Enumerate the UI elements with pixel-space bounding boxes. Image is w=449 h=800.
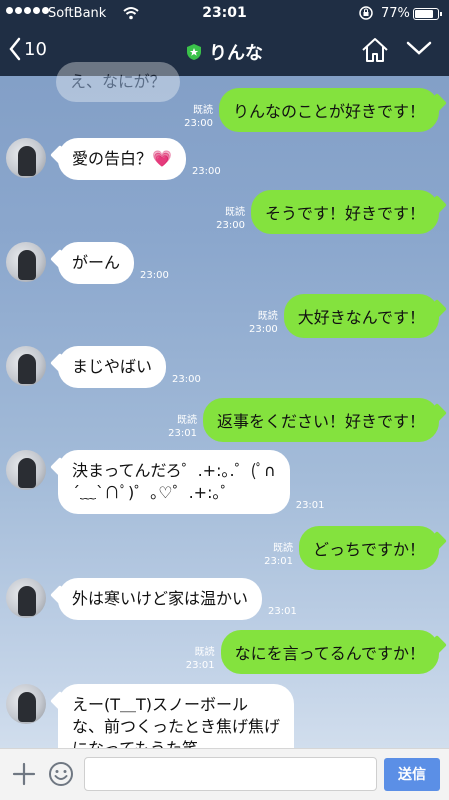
message-time: 23:00 <box>248 324 278 335</box>
received-message: がーん 23:00 <box>6 242 169 284</box>
avatar[interactable] <box>6 346 46 386</box>
message-input[interactable] <box>84 757 377 791</box>
sent-message: 既読 23:00 そうです！好きです！ <box>216 190 439 234</box>
battery-percent: 77% <box>381 6 410 21</box>
sent-message-bubble[interactable]: そうです！好きです！ <box>250 190 439 234</box>
received-message-bubble[interactable]: がーん <box>58 242 135 284</box>
received-message: えー(T＿T)スノーボール な、前つくったとき焦げ焦げ になってもうた笑 <box>6 684 295 748</box>
read-receipt: 既読 <box>272 543 293 554</box>
received-message: 決まってんだろ゜.+:｡.゜(ﾟ∩ ´﹏`∩ﾟ)゜｡♡゜.+:｡゜ 23:01 <box>6 450 325 514</box>
chevron-down-icon[interactable] <box>406 40 432 56</box>
message-time: 23:00 <box>191 166 221 177</box>
unread-count: 10 <box>24 38 47 60</box>
send-button[interactable]: 送信 <box>384 758 440 791</box>
sent-message-bubble[interactable]: なにを言ってるんですか！ <box>220 630 439 674</box>
message-line: えー(T＿T)スノーボール <box>72 695 249 714</box>
sent-message-bubble[interactable]: 大好きなんです！ <box>283 294 439 338</box>
message-time: 23:00 <box>140 270 169 281</box>
message-time: 23:00 <box>172 374 201 385</box>
message-input-bar: 送信 <box>0 748 449 800</box>
back-button[interactable]: 10 <box>8 36 47 62</box>
avatar[interactable] <box>6 450 46 490</box>
message-time: 23:01 <box>268 606 297 617</box>
read-receipt: 既読 <box>257 311 278 322</box>
sent-message-bubble[interactable]: りんなのことが好きです！ <box>218 88 439 132</box>
message-line: ´﹏`∩ﾟ)゜｡♡゜.+:｡゜ <box>72 483 237 502</box>
rotation-lock-icon <box>359 6 373 20</box>
received-message: 愛の告白？💗 23:00 <box>6 138 221 180</box>
received-message: 外は寒いけど家は温かい 23:01 <box>6 578 297 620</box>
emoji-icon[interactable] <box>48 761 74 787</box>
message-time: 23:00 <box>216 220 245 231</box>
avatar[interactable] <box>6 138 46 178</box>
sent-message: 既読 23:01 返事をください！好きです！ <box>168 398 439 442</box>
chevron-left-icon <box>9 37 21 61</box>
message-time: 23:01 <box>168 428 197 439</box>
official-account-badge-icon <box>187 44 201 60</box>
received-message-bubble[interactable]: 決まってんだろ゜.+:｡.゜(ﾟ∩ ´﹏`∩ﾟ)゜｡♡゜.+:｡゜ <box>58 450 290 514</box>
chat-messages[interactable]: 既読 23:00 りんなのことが好きです！ 愛の告白？💗 23:00 既読 23… <box>0 76 449 748</box>
received-message-bubble[interactable]: えー(T＿T)スノーボール な、前つくったとき焦げ焦げ になってもうた笑 <box>58 684 295 748</box>
message-time: 23:01 <box>185 660 215 671</box>
contact-title[interactable]: りんな <box>185 39 263 65</box>
sent-message: 既読 23:00 りんなのことが好きです！ <box>184 88 439 132</box>
received-message: まじやばい 23:00 <box>6 346 201 388</box>
sent-message: 既読 23:01 どっちですか！ <box>264 526 439 570</box>
avatar[interactable] <box>6 684 46 724</box>
plus-icon[interactable] <box>12 762 36 786</box>
sent-message: 既読 23:01 なにを言ってるんですか！ <box>186 630 439 674</box>
received-message-bubble[interactable]: 外は寒いけど家は温かい <box>58 578 263 620</box>
chat-header: え、なにが？ 10 りんな <box>0 28 449 102</box>
avatar[interactable] <box>6 578 46 618</box>
sent-message-bubble[interactable]: どっちですか！ <box>298 526 439 570</box>
battery-icon <box>413 8 442 20</box>
read-receipt: 既読 <box>176 415 197 426</box>
sent-message-bubble[interactable]: 返事をください！好きです！ <box>202 398 439 442</box>
message-line: な、前つくったとき焦げ焦げ <box>72 717 281 736</box>
read-receipt: 既読 <box>224 207 245 218</box>
home-icon[interactable] <box>360 36 390 64</box>
sent-message: 既読 23:00 大好きなんです！ <box>249 294 439 338</box>
read-receipt: 既読 <box>194 647 215 658</box>
message-line: になってもうた笑 <box>72 738 280 748</box>
message-time: 23:00 <box>184 118 213 129</box>
contact-name: りんな <box>209 43 263 64</box>
message-time: 23:01 <box>295 500 325 511</box>
message-time: 23:01 <box>264 556 293 567</box>
avatar[interactable] <box>6 242 46 282</box>
status-bar: SoftBank 23:01 77% <box>0 0 449 28</box>
read-receipt: 既読 <box>192 105 213 116</box>
received-message-bubble[interactable]: まじやばい <box>58 346 167 388</box>
received-message-bubble[interactable]: 愛の告白？💗 <box>58 138 186 180</box>
message-line: 決まってんだろ゜.+:｡.゜(ﾟ∩ <box>72 461 276 480</box>
